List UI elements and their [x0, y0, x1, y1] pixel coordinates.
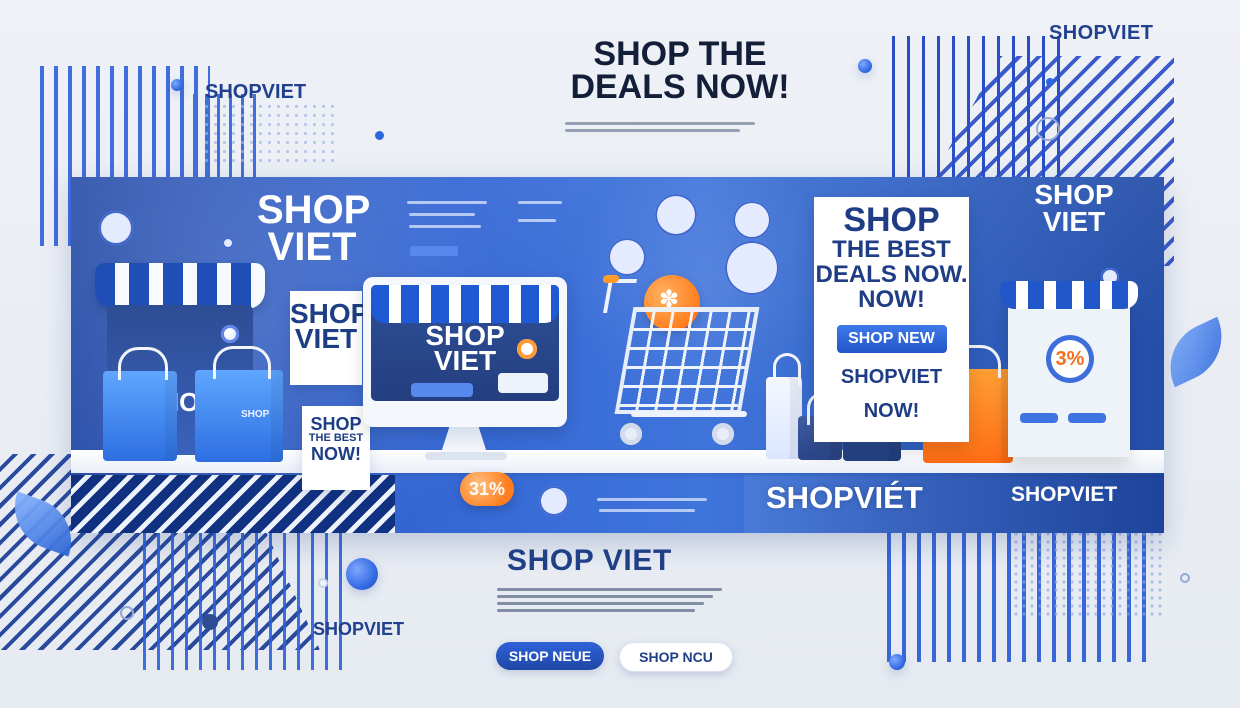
cta-title: SHOP VIET — [507, 544, 672, 577]
shopping-bag-icon — [195, 346, 283, 462]
deal-card-line-3: DEALS NOW. — [815, 260, 968, 288]
decorative-circle — [346, 558, 378, 590]
mini-line — [518, 219, 556, 222]
decorative-circle — [889, 654, 905, 670]
shop-best-now-line-3: NOW! — [311, 444, 361, 465]
monitor-card — [498, 373, 548, 393]
mini-line — [597, 498, 707, 501]
ui-circle-icon — [99, 211, 133, 245]
deal-card: SHOP THE BEST DEALS NOW. NOW! SHOP NEW S… — [814, 197, 969, 442]
mini-line — [409, 225, 481, 228]
discount-badge: 31% — [460, 472, 514, 506]
shop-viet-card-line-2: VIET — [294, 323, 358, 355]
shop-best-now-line-1: SHOP — [310, 414, 362, 434]
awning — [95, 263, 265, 309]
decorative-ring — [1180, 573, 1190, 583]
cart-wheel — [620, 423, 642, 445]
ui-circle-icon — [733, 201, 771, 239]
deal-card-footer-line-2: NOW! — [863, 399, 920, 422]
banner-brand-left: SHOP VIET — [257, 188, 371, 274]
banner-brand-right-line-2: VIET — [1042, 205, 1106, 237]
bottom-right-dot-pattern — [1012, 530, 1162, 620]
mini-line — [410, 246, 458, 256]
shopping-bag-label: SHOP — [241, 409, 270, 420]
store-icon — [221, 325, 239, 343]
shop-viet-card: SHOP VIET — [290, 291, 369, 385]
storefront-right: 3% — [1000, 281, 1138, 457]
ui-circle-icon — [608, 238, 646, 276]
mini-line — [518, 201, 562, 204]
mini-button — [1020, 413, 1058, 423]
decorative-circle — [858, 59, 872, 73]
decorative-dot — [202, 614, 218, 630]
cart-base — [631, 411, 747, 417]
banner-brand-right: SHOP VIET — [1029, 179, 1119, 237]
shopping-cart-icon — [603, 279, 760, 465]
bottom-brand: SHOPVIET — [313, 619, 405, 639]
cta-copy-line — [497, 602, 704, 605]
ui-circle-icon — [539, 486, 569, 516]
cta-copy-line — [497, 595, 713, 598]
monitor-title: SHOP VIET — [415, 321, 515, 377]
headline-line-2: DEALS NOW! — [570, 68, 790, 107]
monitor-title-line-2: VIET — [433, 345, 497, 377]
percent-badge: 3% — [1046, 335, 1094, 383]
mini-line — [409, 213, 475, 216]
decorative-dot — [1046, 78, 1054, 86]
headline-subcopy — [565, 118, 755, 142]
discount-icon — [517, 339, 537, 359]
decorative-circle — [171, 79, 183, 91]
banner-brand-left-line-1: SHOP — [257, 188, 371, 232]
banner-brand-bottom-right: SHOPVIET — [1011, 483, 1118, 506]
decorative-dot — [318, 578, 328, 588]
headline: SHOP THE DEALS NOW! — [560, 35, 800, 107]
cta-copy — [497, 584, 722, 622]
shop-best-now-line-2: THE BEST — [308, 432, 364, 445]
deal-card-line-4: NOW! — [858, 285, 925, 313]
cart-handle — [603, 279, 637, 313]
shop-new-button[interactable]: SHOP NEW — [836, 324, 947, 353]
deal-card-line-2: THE BEST — [832, 235, 951, 263]
decorative-dot — [375, 131, 384, 140]
deal-card-line-1: SHOP — [843, 201, 940, 239]
banner-brand-right-line-1: SHOP — [1034, 179, 1114, 210]
shop-neue-button[interactable]: SHOP NEUE — [496, 642, 604, 670]
decorative-ring — [1036, 117, 1060, 141]
ui-circle-icon — [222, 237, 234, 249]
cta-copy-line — [497, 588, 722, 591]
shop-ncu-button[interactable]: SHOP NCU — [619, 642, 733, 672]
mini-line — [599, 509, 695, 512]
cart-basket — [614, 307, 760, 414]
monitor-screen: SHOP VIET — [371, 285, 559, 401]
banner-brand-bottom-center: SHOPVIÉT — [766, 480, 923, 515]
leaf-icon — [1155, 316, 1237, 388]
cta-copy-line — [497, 609, 695, 612]
monitor-stand — [425, 452, 507, 460]
monitor-button — [411, 383, 473, 397]
subcopy-line — [565, 122, 755, 125]
mini-line — [407, 201, 487, 204]
banner-brand-left-line-2: VIET — [267, 224, 357, 269]
cart-wheel — [712, 423, 734, 445]
mini-button — [1068, 413, 1106, 423]
ui-circle-icon — [655, 194, 697, 236]
deal-card-footer-line-1: SHOPVIET — [840, 365, 943, 388]
left-dot-pattern — [202, 102, 334, 168]
subcopy-line — [565, 129, 740, 132]
shopping-bag-icon — [103, 347, 177, 461]
decorative-ring — [120, 606, 134, 620]
left-brand: SHOPVIET — [205, 81, 307, 103]
shop-best-now-card: SHOP THE BEST NOW! — [302, 406, 370, 490]
monitor-awning — [371, 285, 559, 323]
headline-line-1: SHOP THE — [593, 35, 767, 73]
promo-banner: SHOP VIET SHOP SHOP SHOP VIET SHOP THE B… — [71, 177, 1164, 533]
shopping-bag-icon — [766, 353, 802, 459]
monitor: SHOP VIET — [363, 277, 567, 427]
bottom-left-vertical-pattern — [132, 520, 342, 670]
top-brand: SHOPVIET — [1049, 22, 1154, 44]
right-vertical-line-pattern — [880, 36, 1070, 182]
